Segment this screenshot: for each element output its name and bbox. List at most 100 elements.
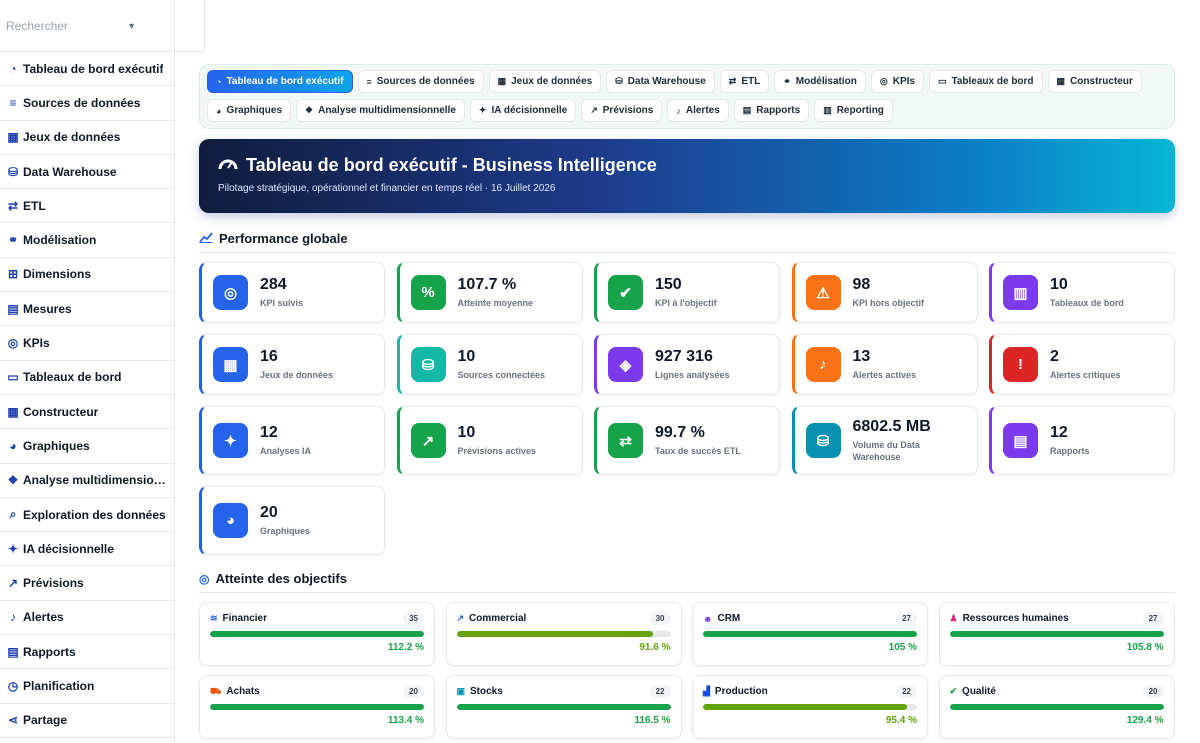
sidebar-item-clock[interactable]: ◷ Planification xyxy=(0,669,174,704)
tab-target[interactable]: ◎ KPIs xyxy=(870,70,924,93)
sidebar-item-diagram[interactable]: ⚭ Modélisation xyxy=(0,223,174,258)
sidebar-item-label: Dimensions xyxy=(23,267,92,282)
sidebar-item-file[interactable]: ▤ Rapports xyxy=(0,635,174,670)
diagram-icon: ⚭ xyxy=(7,233,19,248)
file-icon: ▤ xyxy=(7,644,19,659)
tab-file[interactable]: ▤ Rapports xyxy=(733,99,810,122)
section-objectives-title: ◎ Atteinte des objectifs xyxy=(199,571,1175,593)
tab-label: Sources de données xyxy=(376,76,475,87)
chart-line-icon: ↗ xyxy=(456,613,465,623)
chart-line-icon: ↗ xyxy=(410,423,446,458)
tab-label: Constructeur xyxy=(1070,76,1133,87)
tab-label: KPIs xyxy=(892,76,915,87)
tab-table[interactable]: ▦ Jeux de données xyxy=(488,70,602,93)
sidebar-item-database[interactable]: ≡ Sources de données xyxy=(0,86,174,121)
kpi-value: 10 xyxy=(457,348,476,365)
objective-percent: 113.4 % xyxy=(387,715,424,726)
sidebar-item-bulb[interactable]: ✦ IA décisionnelle xyxy=(0,532,174,567)
progress-fill xyxy=(456,704,671,710)
sidebar-item-window[interactable]: ▭ Tableaux de bord xyxy=(0,361,174,395)
tab-diagram[interactable]: ⚭ Modélisation xyxy=(774,70,866,93)
sidebar-item-share[interactable]: ⋖ Partage xyxy=(0,704,174,738)
tab-bulb[interactable]: ✦ IA décisionnelle xyxy=(469,99,577,122)
kpi-card: ⚠ 98 KPI hors objectif xyxy=(791,262,978,323)
section-performance-title: Performance globale xyxy=(199,231,1175,253)
exchange-icon: ⇄ xyxy=(608,423,643,458)
table-icon: ▦ xyxy=(213,347,248,382)
tab-grid[interactable]: ▦ Constructeur xyxy=(1047,70,1142,93)
sidebar-item-pie[interactable]: ◕ Graphiques xyxy=(0,429,174,464)
sidebar-item-sitemap[interactable]: ⊞ Dimensions xyxy=(0,258,174,293)
sidebar-item-label: ETL xyxy=(23,198,46,213)
share-icon: ⋖ xyxy=(7,713,19,728)
sidebar-item-bell[interactable]: ♪ Alertes xyxy=(0,601,174,636)
count-badge: 27 xyxy=(1142,612,1164,625)
sidebar-item-warehouse[interactable]: ⛁ Data Warehouse xyxy=(0,155,174,190)
user-icon: ♟ xyxy=(949,613,958,623)
objective-card: ▣ Stocks 22 116.5 % xyxy=(445,675,682,739)
tab-chart-line[interactable]: ↗ Prévisions xyxy=(581,99,663,122)
progress-bar xyxy=(949,704,1164,710)
progress-fill xyxy=(949,704,1164,710)
objective-name: Qualité xyxy=(962,686,996,697)
tab-gauge[interactable]: ◔ Tableau de bord exécutif xyxy=(207,70,353,93)
tab-label: IA décisionnelle xyxy=(491,105,568,116)
exchange-icon: ⇄ xyxy=(7,198,19,213)
tab-label: Jeux de données xyxy=(511,76,593,87)
sidebar-item-exchange[interactable]: ⇄ ETL xyxy=(0,189,174,224)
page-subtitle: Pilotage stratégique, opérationnel et fi… xyxy=(218,183,556,194)
sidebar-item-chart-line[interactable]: ↗ Prévisions xyxy=(0,566,174,601)
section-performance-label: Performance globale xyxy=(219,231,348,246)
gauge-icon: ◔ xyxy=(216,76,222,87)
sidebar-item-target[interactable]: ◎ KPIs xyxy=(0,326,174,361)
bulb-icon: ✦ xyxy=(7,541,19,556)
database-icon: ⛁ xyxy=(410,347,446,382)
objective-card: ☻ CRM 27 105 % xyxy=(692,602,928,666)
sidebar-item-table[interactable]: ▦ Jeux de données xyxy=(0,121,174,155)
table-icon: ▦ xyxy=(497,76,507,86)
tab-database[interactable]: ≡ Sources de données xyxy=(357,70,484,93)
search-icon: ⌕ xyxy=(9,507,17,521)
tab-warehouse[interactable]: ⛁ Data Warehouse xyxy=(606,70,715,93)
kpi-value: 99.7 % xyxy=(655,424,705,441)
tab-chart-bar[interactable]: ▥ Reporting xyxy=(814,99,893,122)
hero-banner: Tableau de bord exécutif - Business Inte… xyxy=(199,139,1175,213)
gauge-icon xyxy=(218,155,238,176)
kpi-label: Lignes analysées xyxy=(655,370,730,380)
kpi-value: 13 xyxy=(852,348,871,365)
tab-bell[interactable]: ♪ Alertes xyxy=(667,99,729,122)
count-badge: 20 xyxy=(403,685,424,698)
sidebar-item-cubes[interactable]: ❖ Analyse multidimensionnelle xyxy=(0,464,174,498)
objective-percent: 105.8 % xyxy=(1126,642,1164,653)
kpi-value: 12 xyxy=(1050,424,1068,441)
objective-percent: 105 % xyxy=(888,642,917,653)
tab-label: ETL xyxy=(741,76,761,87)
kpi-value: 12 xyxy=(260,424,278,441)
objective-name: Achats xyxy=(226,686,260,697)
tab-window[interactable]: ▭ Tableaux de bord xyxy=(928,70,1043,93)
window-icon: ▥ xyxy=(1003,275,1038,310)
chevron-down-icon[interactable]: ▼ xyxy=(127,21,136,31)
tab-label: Analyse multidimensionnelle xyxy=(318,105,456,116)
tab-exchange[interactable]: ⇄ ETL xyxy=(719,70,770,93)
database-icon: ≡ xyxy=(366,76,372,87)
main-content: ◔ Tableau de bord exécutif ≡ Sources de don… xyxy=(199,64,1175,743)
bell-icon: ♪ xyxy=(676,105,681,116)
search-box[interactable]: ▼ xyxy=(0,0,174,52)
objective-card: ♟ Ressources humaines 27 105.8 % xyxy=(938,602,1175,666)
kpi-card: ▥ 10 Tableaux de bord xyxy=(989,262,1175,323)
tab-pie[interactable]: ◕ Graphiques xyxy=(207,99,292,122)
calculator-icon: ▤ xyxy=(7,301,19,316)
kpi-label: Taux de succès ETL xyxy=(655,446,741,456)
sidebar-item-calculator[interactable]: ▤ Mesures xyxy=(0,292,174,327)
tab-cubes[interactable]: ❖ Analyse multidimensionnelle xyxy=(296,99,465,122)
sidebar-item-search[interactable]: ⌕ Exploration des données xyxy=(0,498,174,533)
count-badge: 22 xyxy=(896,685,917,698)
search-input[interactable] xyxy=(6,18,116,33)
kpi-card: ⇄ 99.7 % Taux de succès ETL xyxy=(594,406,780,475)
gauge-icon: ◔ xyxy=(9,61,17,76)
sidebar-item-label: Sources de données xyxy=(23,95,141,110)
progress-fill xyxy=(703,631,917,637)
sidebar-item-gauge[interactable]: ◔ Tableau de bord exécutif xyxy=(0,52,174,87)
sidebar-item-grid[interactable]: ▦ Constructeur xyxy=(0,395,174,430)
